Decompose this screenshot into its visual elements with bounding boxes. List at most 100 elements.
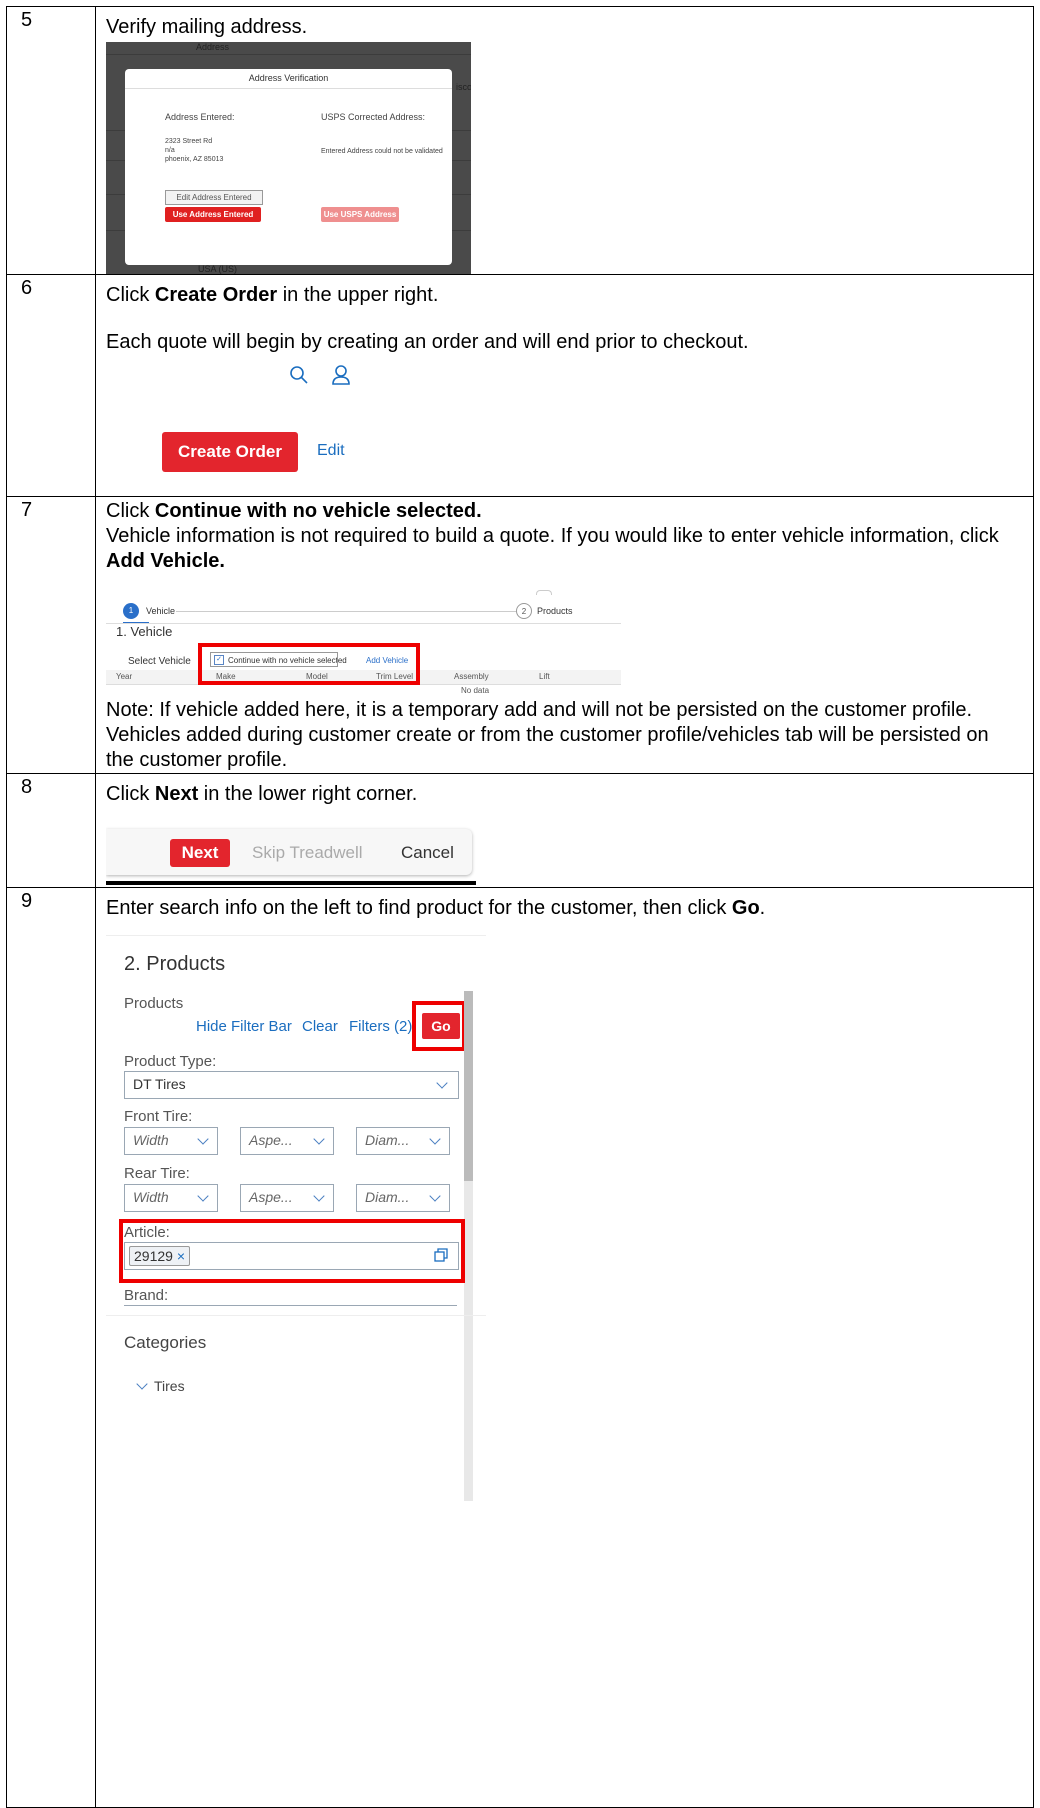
search-icon[interactable] (289, 365, 309, 385)
cancel-button[interactable]: Cancel (401, 843, 454, 863)
skip-treadwell-button[interactable]: Skip Treadwell (252, 843, 363, 863)
usps-heading: USPS Corrected Address: (321, 112, 426, 122)
step-body: Verify mailing address. Address isco USA… (95, 6, 1034, 275)
address-line: phoenix, AZ 85013 (165, 156, 224, 163)
bg-label: isco (456, 82, 471, 92)
products-filter-screenshot: 2. Products Products Hide Filter Bar Cle… (106, 935, 486, 1515)
step-indicator: 2 (516, 603, 532, 619)
address-verification-screenshot: Address isco USA (US) Address Verificati… (106, 42, 471, 274)
step-instruction-2: Vehicle information is not required to b… (106, 524, 1033, 574)
vehicle-step-screenshot: 1 Vehicle 2 Products 1. Vehicle Select V… (106, 590, 621, 696)
rear-diameter-select[interactable]: Diam... (356, 1184, 450, 1212)
product-type-select[interactable]: DT Tires (124, 1071, 459, 1099)
front-tire-label: Front Tire: (124, 1108, 193, 1125)
step-row-8: 8 Click Next in the lower right corner. … (6, 773, 1034, 888)
filters-link[interactable]: Filters (2) (349, 1018, 412, 1035)
create-order-screenshot: Create Order Edit (106, 363, 366, 473)
step-number: 5 (6, 6, 96, 275)
step-instruction: Click Create Order in the upper right. (106, 283, 1033, 308)
handle-icon (536, 590, 552, 595)
user-icon[interactable] (331, 364, 351, 386)
column-header: Year (116, 672, 133, 681)
step-body: Enter search info on the left to find pr… (95, 887, 1034, 1808)
step2-label: Products (537, 606, 573, 616)
categories-heading: Categories (124, 1333, 207, 1352)
text-bold: Continue with no vehicle selected. (154, 500, 482, 522)
step-instruction: Verify mailing address. (106, 16, 308, 38)
section-title: 1. Vehicle (116, 624, 173, 639)
step-body: Click Create Order in the upper right. E… (95, 274, 1034, 497)
text-bold: Create Order (154, 284, 278, 306)
product-type-label: Product Type: (124, 1053, 217, 1070)
text-bold: Go (731, 897, 760, 919)
rear-tire-label: Rear Tire: (124, 1165, 190, 1182)
step-number: 9 (6, 887, 96, 1808)
step-note: Note: If vehicle added here, it is a tem… (106, 699, 989, 771)
create-order-button[interactable]: Create Order (162, 432, 298, 472)
steps-table: 5 Verify mailing address. Address isco U… (6, 6, 1034, 1808)
step-row-7: 7 Click Continue with no vehicle selecte… (6, 496, 1034, 774)
edit-link[interactable]: Edit (317, 442, 345, 460)
column-header: Assembly (454, 672, 489, 681)
text: in the lower right corner. (198, 783, 418, 805)
tires-category[interactable]: Tires (154, 1378, 185, 1394)
step-indicator: 1 (123, 603, 139, 619)
step-body: Click Next in the lower right corner. Ne… (95, 773, 1034, 888)
highlight-box (412, 1001, 466, 1051)
scrollbar-track[interactable] (464, 1181, 473, 1501)
select-value: Diam... (365, 1189, 410, 1205)
highlight-box (119, 1219, 465, 1283)
chevron-down-icon (429, 1133, 441, 1145)
step-instruction: Enter search info on the left to find pr… (106, 896, 1033, 921)
chevron-down-icon[interactable] (136, 1378, 148, 1390)
step-instruction-2: Each quote will begin by creating an ord… (106, 331, 749, 353)
dialog-title: Address Verification (125, 69, 452, 89)
text: Vehicle information is not required to b… (106, 525, 999, 547)
step-row-6: 6 Click Create Order in the upper right.… (6, 274, 1034, 497)
select-value: Aspe... (249, 1132, 293, 1148)
brand-label: Brand: (124, 1287, 169, 1304)
footer-toolbar-screenshot: Next Skip Treadwell Cancel (106, 815, 476, 885)
select-vehicle-label: Select Vehicle (128, 656, 191, 667)
text: in the upper right. (277, 284, 439, 306)
rear-aspect-select[interactable]: Aspe... (240, 1184, 334, 1212)
front-width-select[interactable]: Width (124, 1127, 218, 1155)
use-usps-address-button[interactable]: Use USPS Address (321, 207, 399, 222)
step-number: 6 (6, 274, 96, 497)
chevron-down-icon (197, 1190, 209, 1202)
hide-filter-bar-link[interactable]: Hide Filter Bar (196, 1018, 292, 1035)
scrollbar[interactable] (464, 991, 473, 1181)
entered-address: 2323 Street Rd n/a phoenix, AZ 85013 (165, 137, 223, 164)
select-value: Aspe... (249, 1189, 293, 1205)
next-button[interactable]: Next (170, 839, 230, 867)
use-address-entered-button[interactable]: Use Address Entered (165, 207, 261, 222)
select-value: Width (133, 1132, 169, 1148)
column-header: Lift (539, 672, 550, 681)
chevron-down-icon (436, 1077, 448, 1089)
select-value: Diam... (365, 1132, 410, 1148)
products-title: 2. Products (124, 953, 226, 975)
address-line: 2323 Street Rd (165, 138, 213, 145)
no-data-text: No data (461, 686, 490, 695)
text-bold: Add Vehicle. (106, 550, 225, 572)
text: Click (106, 783, 155, 805)
chevron-down-icon (313, 1133, 325, 1145)
text-bold: Next (154, 783, 199, 805)
step-row-5: 5 Verify mailing address. Address isco U… (6, 6, 1034, 275)
text: Click (106, 500, 155, 522)
step-row-9: 9 Enter search info on the left to find … (6, 887, 1034, 1808)
step-body: Click Continue with no vehicle selected.… (95, 496, 1034, 774)
text: Enter search info on the left to find pr… (106, 897, 732, 919)
select-value: Width (133, 1189, 169, 1205)
clear-link[interactable]: Clear (302, 1018, 338, 1035)
front-aspect-select[interactable]: Aspe... (240, 1127, 334, 1155)
step-number: 8 (6, 773, 96, 888)
step1-label: Vehicle (146, 606, 176, 616)
rear-width-select[interactable]: Width (124, 1184, 218, 1212)
step-instruction: Click Next in the lower right corner. (106, 782, 1033, 807)
front-diameter-select[interactable]: Diam... (356, 1127, 450, 1155)
products-label: Products (124, 995, 184, 1012)
edit-address-button[interactable]: Edit Address Entered (165, 190, 263, 205)
bg-label: Address (196, 42, 230, 52)
bg-label: USA (US) (198, 264, 238, 274)
